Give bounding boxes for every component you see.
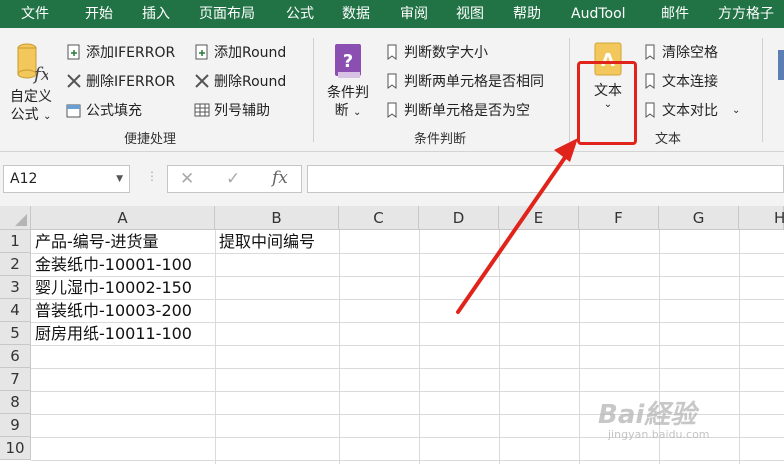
watermark-url: jingyan.baidu.com: [608, 428, 710, 441]
arrow-head: [554, 138, 578, 162]
watermark-logo: Bai経验: [598, 400, 697, 430]
arrow-shaft: [456, 154, 568, 314]
